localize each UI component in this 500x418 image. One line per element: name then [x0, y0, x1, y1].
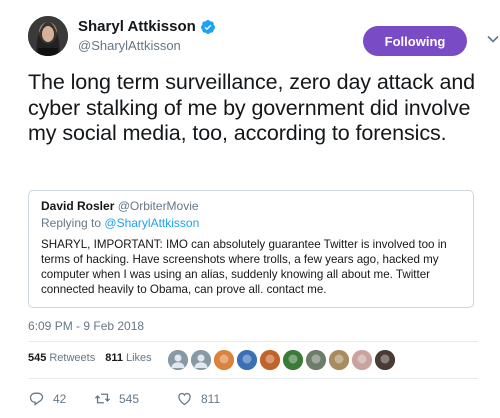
liker-avatars — [168, 350, 398, 370]
reply-icon — [29, 392, 44, 406]
quoted-replying-to: Replying to @SharylAttkisson — [41, 216, 199, 230]
author-photo-icon — [28, 16, 68, 56]
reply-count: 42 — [53, 391, 67, 406]
heart-icon — [178, 392, 191, 406]
quoted-author-handle: @OrbiterMovie — [117, 199, 199, 213]
author-avatar[interactable] — [28, 16, 68, 56]
liker-avatar[interactable] — [214, 350, 234, 370]
like-action[interactable]: 811 — [176, 390, 220, 407]
tweet-text: The long term surveillance, zero day att… — [28, 70, 476, 145]
divider — [28, 341, 478, 342]
retweet-action[interactable]: 545 — [94, 390, 174, 407]
liker-avatar[interactable] — [283, 350, 303, 370]
replying-to-handle[interactable]: @SharylAttkisson — [104, 216, 199, 230]
author-display-name[interactable]: Sharyl Attkisson — [78, 18, 196, 35]
like-count: 811 — [201, 391, 221, 406]
quoted-tweet-text: SHARYL, IMPORTANT: IMO can absolutely gu… — [41, 238, 447, 296]
tweet-timestamp[interactable]: 6:09 PM - 9 Feb 2018 — [28, 319, 144, 333]
liker-avatar[interactable] — [375, 350, 395, 370]
retweet-count: 545 — [119, 391, 140, 406]
liker-avatar[interactable] — [306, 350, 326, 370]
liker-avatar[interactable] — [260, 350, 280, 370]
tweet-actions: 42 545 811 — [28, 390, 220, 407]
following-button[interactable]: Following — [363, 26, 467, 56]
divider — [28, 378, 478, 379]
liker-avatar[interactable] — [352, 350, 372, 370]
replying-to-prefix: Replying to — [41, 216, 102, 230]
chevron-down-icon[interactable] — [486, 32, 500, 46]
engagement-stats: 545 Retweets 811 Likes — [28, 352, 162, 364]
quoted-tweet[interactable]: David Rosler @OrbiterMovie Replying to @… — [28, 190, 474, 308]
liker-avatar[interactable] — [329, 350, 349, 370]
default-avatar-icon[interactable] — [191, 350, 211, 370]
reply-action[interactable]: 42 — [28, 390, 75, 407]
tweet-header: Sharyl Attkisson @SharylAttkisson Follow… — [28, 14, 499, 58]
retweet-icon — [94, 393, 111, 404]
default-avatar-icon[interactable] — [168, 350, 188, 370]
verified-badge-icon — [200, 19, 215, 34]
quoted-author-name: David Rosler — [41, 199, 115, 213]
likes-count[interactable]: 811 — [105, 352, 123, 364]
likes-label[interactable]: Likes — [126, 352, 152, 364]
retweets-label[interactable]: Retweets — [49, 352, 95, 364]
liker-avatar[interactable] — [237, 350, 257, 370]
retweets-count[interactable]: 545 — [28, 352, 46, 364]
author-handle[interactable]: @SharylAttkisson — [78, 38, 181, 53]
